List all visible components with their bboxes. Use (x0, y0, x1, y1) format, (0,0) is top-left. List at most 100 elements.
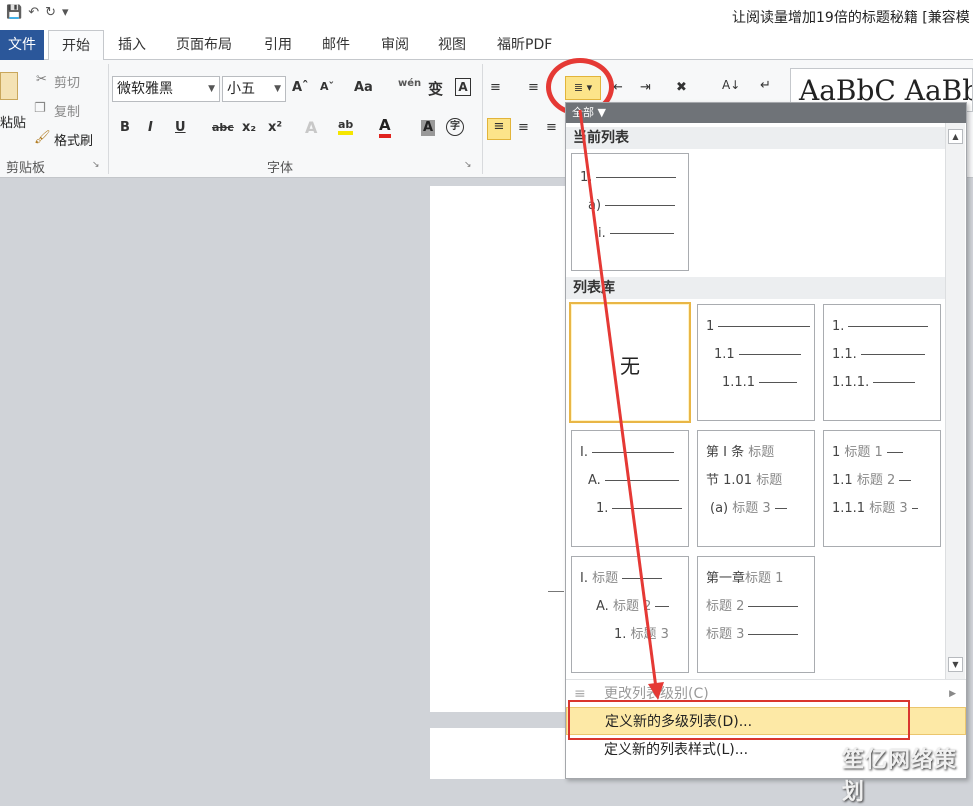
char-border-button[interactable]: 变 (428, 78, 443, 99)
window-title: 让阅读量增加19倍的标题秘籍 [兼容模 (732, 10, 970, 26)
list-level-3: 1.1.1 (722, 375, 798, 391)
separator (482, 64, 483, 174)
current-list-thumb[interactable]: 1. a) i. (571, 153, 689, 271)
show-marks-icon[interactable]: ↵ (760, 78, 771, 93)
subscript-button[interactable]: x₂ (242, 120, 256, 135)
tab-file[interactable]: 文件 (0, 30, 44, 60)
list-option-article-section[interactable]: 第 I 条 标题 节 1.01 标题 (a) 标题 3 (697, 430, 815, 547)
copy-icon: ❐ (34, 101, 46, 116)
increase-indent-icon[interactable]: ⇥ (640, 80, 651, 95)
font-family-value: 微软雅黑 (117, 81, 173, 97)
clipboard-launcher-icon[interactable]: ↘ (92, 160, 100, 170)
italic-button[interactable]: I (148, 120, 153, 135)
numbering-icon[interactable]: ≡ (528, 80, 539, 95)
text-effects-button[interactable]: A (305, 118, 317, 137)
list-level-3: 标题 3 (706, 627, 799, 643)
save-icon[interactable]: 💾 (6, 5, 22, 20)
cut-icon: ✂ (36, 72, 47, 87)
list-level-1: I. (580, 445, 674, 461)
chevron-down-icon: ▼ (597, 106, 606, 119)
change-case-button[interactable]: Aa (354, 80, 373, 95)
none-label: 无 (620, 354, 640, 378)
list-option-roman[interactable]: I. A. 1. (571, 430, 689, 547)
scroll-down-icon[interactable]: ▼ (948, 657, 963, 672)
tab-foxit-pdf[interactable]: 福昕PDF (497, 30, 552, 60)
underline-button[interactable]: U (175, 120, 186, 135)
align-left-icon[interactable]: ≡ (487, 118, 511, 140)
dropdown-filter-label: 全部 (572, 106, 594, 119)
separator (108, 64, 109, 174)
multilevel-list-dropdown: 全部 ▼ 当前列表 1. a) i. 列表库 无 1 1.1 1.1.1 1. … (565, 102, 967, 779)
chevron-right-icon: ▶ (949, 689, 956, 699)
list-level-1: 1. (832, 319, 929, 335)
undo-icon[interactable]: ↶ (28, 5, 39, 20)
char-box-button[interactable]: A (455, 78, 471, 96)
tab-review[interactable]: 审阅 (381, 30, 409, 60)
list-level-2: 1.1. (832, 347, 925, 363)
list-level-3: 1.1.1 标题 3 (832, 501, 918, 517)
sort-icon[interactable]: A↓ (722, 78, 740, 92)
clipboard-group-label: 剪贴板 (6, 161, 46, 176)
list-option-heading-numeric[interactable]: 1 标题 1 1.1 标题 2 1.1.1 标题 3 (823, 430, 941, 547)
ribbon-tabs: 文件 开始 插入 页面布局 引用 邮件 审阅 视图 福昕PDF (0, 30, 973, 61)
list-level-2: a) (588, 198, 676, 214)
highlight-color-button[interactable]: ab (338, 118, 354, 135)
customize-qat-icon[interactable]: ▾ (62, 5, 69, 20)
tab-references[interactable]: 引用 (264, 30, 292, 60)
tab-page-layout[interactable]: 页面布局 (176, 30, 232, 60)
char-shading-button[interactable]: A (421, 120, 435, 136)
font-color-button[interactable]: A (379, 116, 391, 138)
list-option-numeric-dot[interactable]: 1. 1.1. 1.1.1. (823, 304, 941, 421)
copy-button[interactable]: 复制 (54, 101, 80, 120)
font-size-select[interactable]: 小五 ▼ (222, 76, 286, 102)
list-level-2: A. 标题 2 (596, 599, 670, 615)
dropdown-scrollbar[interactable]: ▲ ▼ (945, 123, 965, 679)
scroll-up-icon[interactable]: ▲ (948, 129, 963, 144)
grow-font-button[interactable]: Aˆ (292, 80, 309, 95)
dropdown-filter[interactable]: 全部 ▼ (566, 103, 966, 123)
tab-view[interactable]: 视图 (438, 30, 466, 60)
chinese-layout-icon[interactable]: ✖ (676, 80, 687, 95)
format-painter-icon: 🖌 (34, 130, 51, 145)
list-level-1: 第 I 条 标题 (706, 445, 775, 460)
tab-mailings[interactable]: 邮件 (322, 30, 350, 60)
list-level-3: 1.1.1. (832, 375, 916, 391)
cut-button[interactable]: 剪切 (54, 72, 80, 91)
chevron-down-icon: ▼ (208, 84, 215, 94)
bold-button[interactable]: B (120, 120, 130, 135)
tab-home[interactable]: 开始 (48, 30, 104, 61)
enclose-char-button[interactable]: 字 (446, 118, 464, 136)
align-right-icon[interactable]: ≡ (546, 120, 557, 135)
list-level-1: 第一章标题 1 (706, 571, 784, 586)
font-launcher-icon[interactable]: ↘ (464, 160, 472, 170)
redo-icon[interactable]: ↻ (45, 5, 56, 20)
paragraph-mark (548, 591, 564, 592)
strikethrough-button[interactable]: abc (212, 121, 234, 134)
font-size-value: 小五 (227, 81, 255, 97)
list-option-none[interactable]: 无 (569, 302, 691, 423)
list-level-2: A. (588, 473, 679, 489)
list-level-1: 1. (580, 170, 677, 186)
list-option-chapter[interactable]: 第一章标题 1 标题 2 标题 3 (697, 556, 815, 673)
list-level-2: 1.1 (714, 347, 801, 363)
bullets-icon[interactable]: ≡ (490, 80, 501, 95)
list-level-1: 1 标题 1 (832, 445, 903, 461)
quick-access-toolbar: 💾 ↶ ↻ ▾ (6, 5, 69, 20)
list-level-1: I. 标题 (580, 571, 663, 587)
align-center-icon[interactable]: ≡ (518, 120, 529, 135)
list-option-heading-roman[interactable]: I. 标题 A. 标题 2 1. 标题 3 (571, 556, 689, 673)
format-painter-button[interactable]: 格式刷 (54, 130, 93, 149)
superscript-button[interactable]: x² (268, 120, 282, 135)
phonetic-guide-button[interactable]: wén (398, 78, 421, 89)
paste-icon[interactable] (0, 72, 18, 100)
list-level-3: 1. (596, 501, 683, 517)
list-option-numeric[interactable]: 1 1.1 1.1.1 (697, 304, 815, 421)
paste-button[interactable]: 粘贴 (0, 112, 26, 131)
list-level-3: i. (598, 226, 674, 242)
shrink-font-button[interactable]: Aˇ (320, 80, 334, 93)
font-group-label: 字体 (267, 161, 294, 176)
list-library-heading: 列表库 (566, 277, 946, 299)
tab-insert[interactable]: 插入 (118, 30, 146, 60)
chevron-down-icon: ▼ (274, 84, 281, 94)
font-family-select[interactable]: 微软雅黑 ▼ (112, 76, 220, 102)
